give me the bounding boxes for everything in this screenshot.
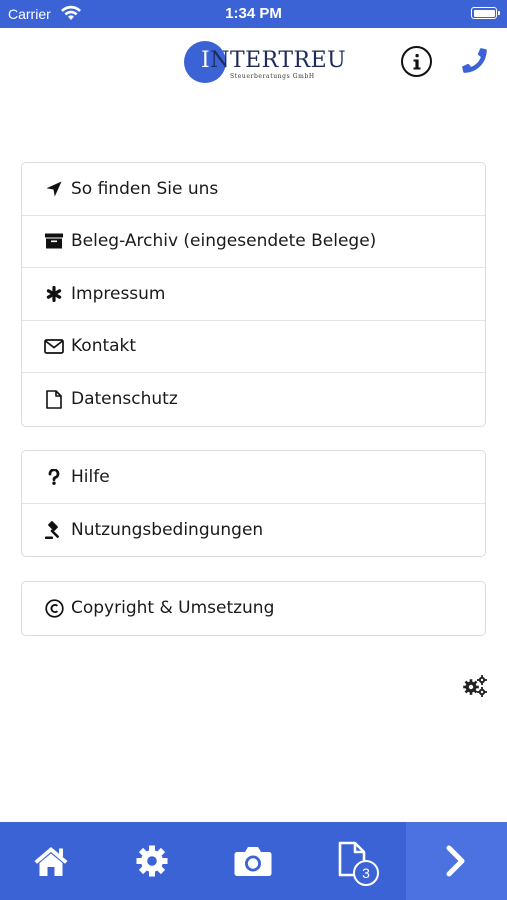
info-circle-icon <box>413 53 420 69</box>
tab-camera[interactable] <box>203 822 304 900</box>
menu-item-beleg-archiv[interactable]: Beleg-Archiv (eingesendete Belege) <box>22 216 485 268</box>
status-time: 1:34 PM <box>225 5 282 22</box>
menu-item-copyright[interactable]: Copyright & Umsetzung <box>22 582 485 635</box>
phone-button[interactable] <box>460 46 488 74</box>
menu-item-label: So finden Sie uns <box>71 178 219 199</box>
tab-home[interactable] <box>0 822 101 900</box>
battery-icon <box>471 7 500 19</box>
question-icon <box>42 467 66 487</box>
menu-item-datenschutz[interactable]: Datenschutz <box>22 373 485 426</box>
settings-gear-icon <box>136 845 168 877</box>
logo-subtitle: Steuerberatungs GmbH <box>230 73 315 80</box>
archive-box-icon <box>42 231 66 251</box>
camera-icon <box>234 847 272 876</box>
menu-card-tertiary: Copyright & Umsetzung <box>21 581 486 636</box>
asterisk-icon <box>42 284 66 304</box>
logo-wordmark: INTERTREU <box>201 48 347 73</box>
tab-settings[interactable] <box>101 822 202 900</box>
tab-bar <box>0 822 507 900</box>
menu-item-hilfe[interactable]: Hilfe <box>22 451 485 504</box>
gavel-icon <box>42 520 66 540</box>
documents-count-badge: 3 <box>353 860 379 886</box>
menu-card-primary: So finden Sie uns Beleg-Archiv (eingesen… <box>21 162 486 427</box>
menu-item-label: Kontakt <box>71 336 137 357</box>
menu-item-label: Nutzungsbedingungen <box>71 519 264 540</box>
tab-next[interactable] <box>405 822 507 900</box>
tab-documents[interactable] <box>304 822 405 900</box>
location-arrow-icon <box>42 179 66 199</box>
copyright-icon <box>42 598 66 618</box>
intertreu-logo: INTERTREU Steuerberatungs GmbH <box>184 40 346 86</box>
menu-item-label: Beleg-Archiv (eingesendete Belege) <box>71 231 377 252</box>
envelope-icon <box>42 336 66 356</box>
menu-item-label: Hilfe <box>71 466 110 487</box>
menu-item-kontakt[interactable]: Kontakt <box>22 321 485 373</box>
gears-settings-icon[interactable] <box>462 674 488 698</box>
status-bar: Carrier 1:34 PM <box>0 0 507 28</box>
menu-item-nutzungsbedingungen[interactable]: Nutzungsbedingungen <box>22 504 485 557</box>
home-icon <box>34 847 68 876</box>
menu-card-secondary: Hilfe Nutzungsbedingungen <box>21 450 486 557</box>
menu-item-so-finden-sie-uns[interactable]: So finden Sie uns <box>22 163 485 216</box>
menu-item-label: Copyright & Umsetzung <box>71 598 275 619</box>
menu-item-label: Impressum <box>71 283 166 304</box>
menu-item-label: Datenschutz <box>71 389 178 410</box>
document-icon <box>42 389 66 409</box>
info-button[interactable] <box>401 46 432 77</box>
next-chevron-icon <box>446 845 465 877</box>
menu-item-impressum[interactable]: Impressum <box>22 268 485 321</box>
